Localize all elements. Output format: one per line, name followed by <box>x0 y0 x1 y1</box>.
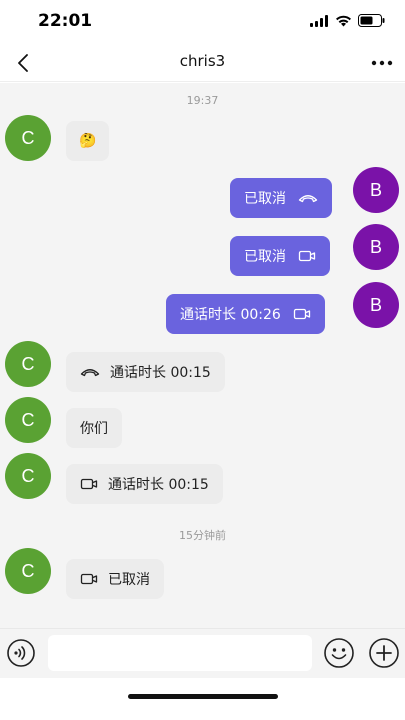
outgoing-call-bubble[interactable]: 已取消 <box>230 236 330 276</box>
contact-avatar[interactable]: C <box>5 548 51 594</box>
battery-icon <box>358 14 385 27</box>
video-camera-icon <box>80 478 98 490</box>
video-camera-icon <box>80 573 98 585</box>
home-area <box>0 678 405 720</box>
status-bar: 22:01 <box>0 0 405 44</box>
video-camera-icon <box>293 308 311 320</box>
phone-hangup-icon <box>298 193 318 203</box>
message-list[interactable]: 19:37 C 🤔 B 已取消 B 已取消 B 通话时长 00:26 C 通话时… <box>0 83 405 628</box>
video-camera-icon <box>298 250 316 262</box>
contact-avatar[interactable]: C <box>5 397 51 443</box>
message-input[interactable] <box>48 635 312 671</box>
more-options-button[interactable] <box>367 48 397 78</box>
outgoing-call-bubble[interactable]: 已取消 <box>230 178 332 218</box>
status-icons <box>310 14 385 27</box>
phone-hangup-icon <box>80 367 100 377</box>
message-timestamp: 19:37 <box>186 94 219 107</box>
smiley-icon <box>324 638 354 668</box>
outgoing-call-bubble[interactable]: 通话时长 00:26 <box>166 294 325 334</box>
user-avatar[interactable]: B <box>353 224 399 270</box>
wifi-icon <box>336 15 351 26</box>
incoming-call-bubble[interactable]: 通话时长 00:15 <box>66 464 223 504</box>
message-text: 通话时长 00:26 <box>180 307 281 323</box>
incoming-message-bubble[interactable]: 🤔 <box>66 121 110 161</box>
message-text: 已取消 <box>244 249 286 265</box>
emoji-button[interactable] <box>323 637 355 669</box>
message-text: 通话时长 00:15 <box>110 365 211 381</box>
message-timestamp: 15分钟前 <box>179 529 226 542</box>
signal-icon <box>310 14 328 27</box>
user-avatar[interactable]: B <box>353 282 399 328</box>
message-text: 你们 <box>80 421 108 437</box>
plus-circle-icon <box>369 638 399 668</box>
message-text: 已取消 <box>244 191 286 207</box>
voice-icon <box>7 639 35 667</box>
incoming-call-bubble[interactable]: 通话时长 00:15 <box>66 352 225 392</box>
status-time: 22:01 <box>38 11 93 31</box>
incoming-message-bubble[interactable]: 你们 <box>66 408 122 448</box>
message-text: 通话时长 00:15 <box>108 477 209 493</box>
chat-title: chris3 <box>179 52 226 70</box>
home-indicator[interactable] <box>128 694 278 699</box>
incoming-call-bubble[interactable]: 已取消 <box>66 559 164 599</box>
more-actions-button[interactable] <box>368 637 400 669</box>
more-dots-icon <box>371 60 393 66</box>
user-avatar[interactable]: B <box>353 167 399 213</box>
voice-input-button[interactable] <box>6 638 36 668</box>
contact-avatar[interactable]: C <box>5 115 51 161</box>
input-bar <box>0 628 405 678</box>
message-text: 已取消 <box>108 572 150 588</box>
contact-avatar[interactable]: C <box>5 341 51 387</box>
contact-avatar[interactable]: C <box>5 453 51 499</box>
message-text: 🤔 <box>79 133 97 149</box>
nav-bar: chris3 <box>0 44 405 82</box>
